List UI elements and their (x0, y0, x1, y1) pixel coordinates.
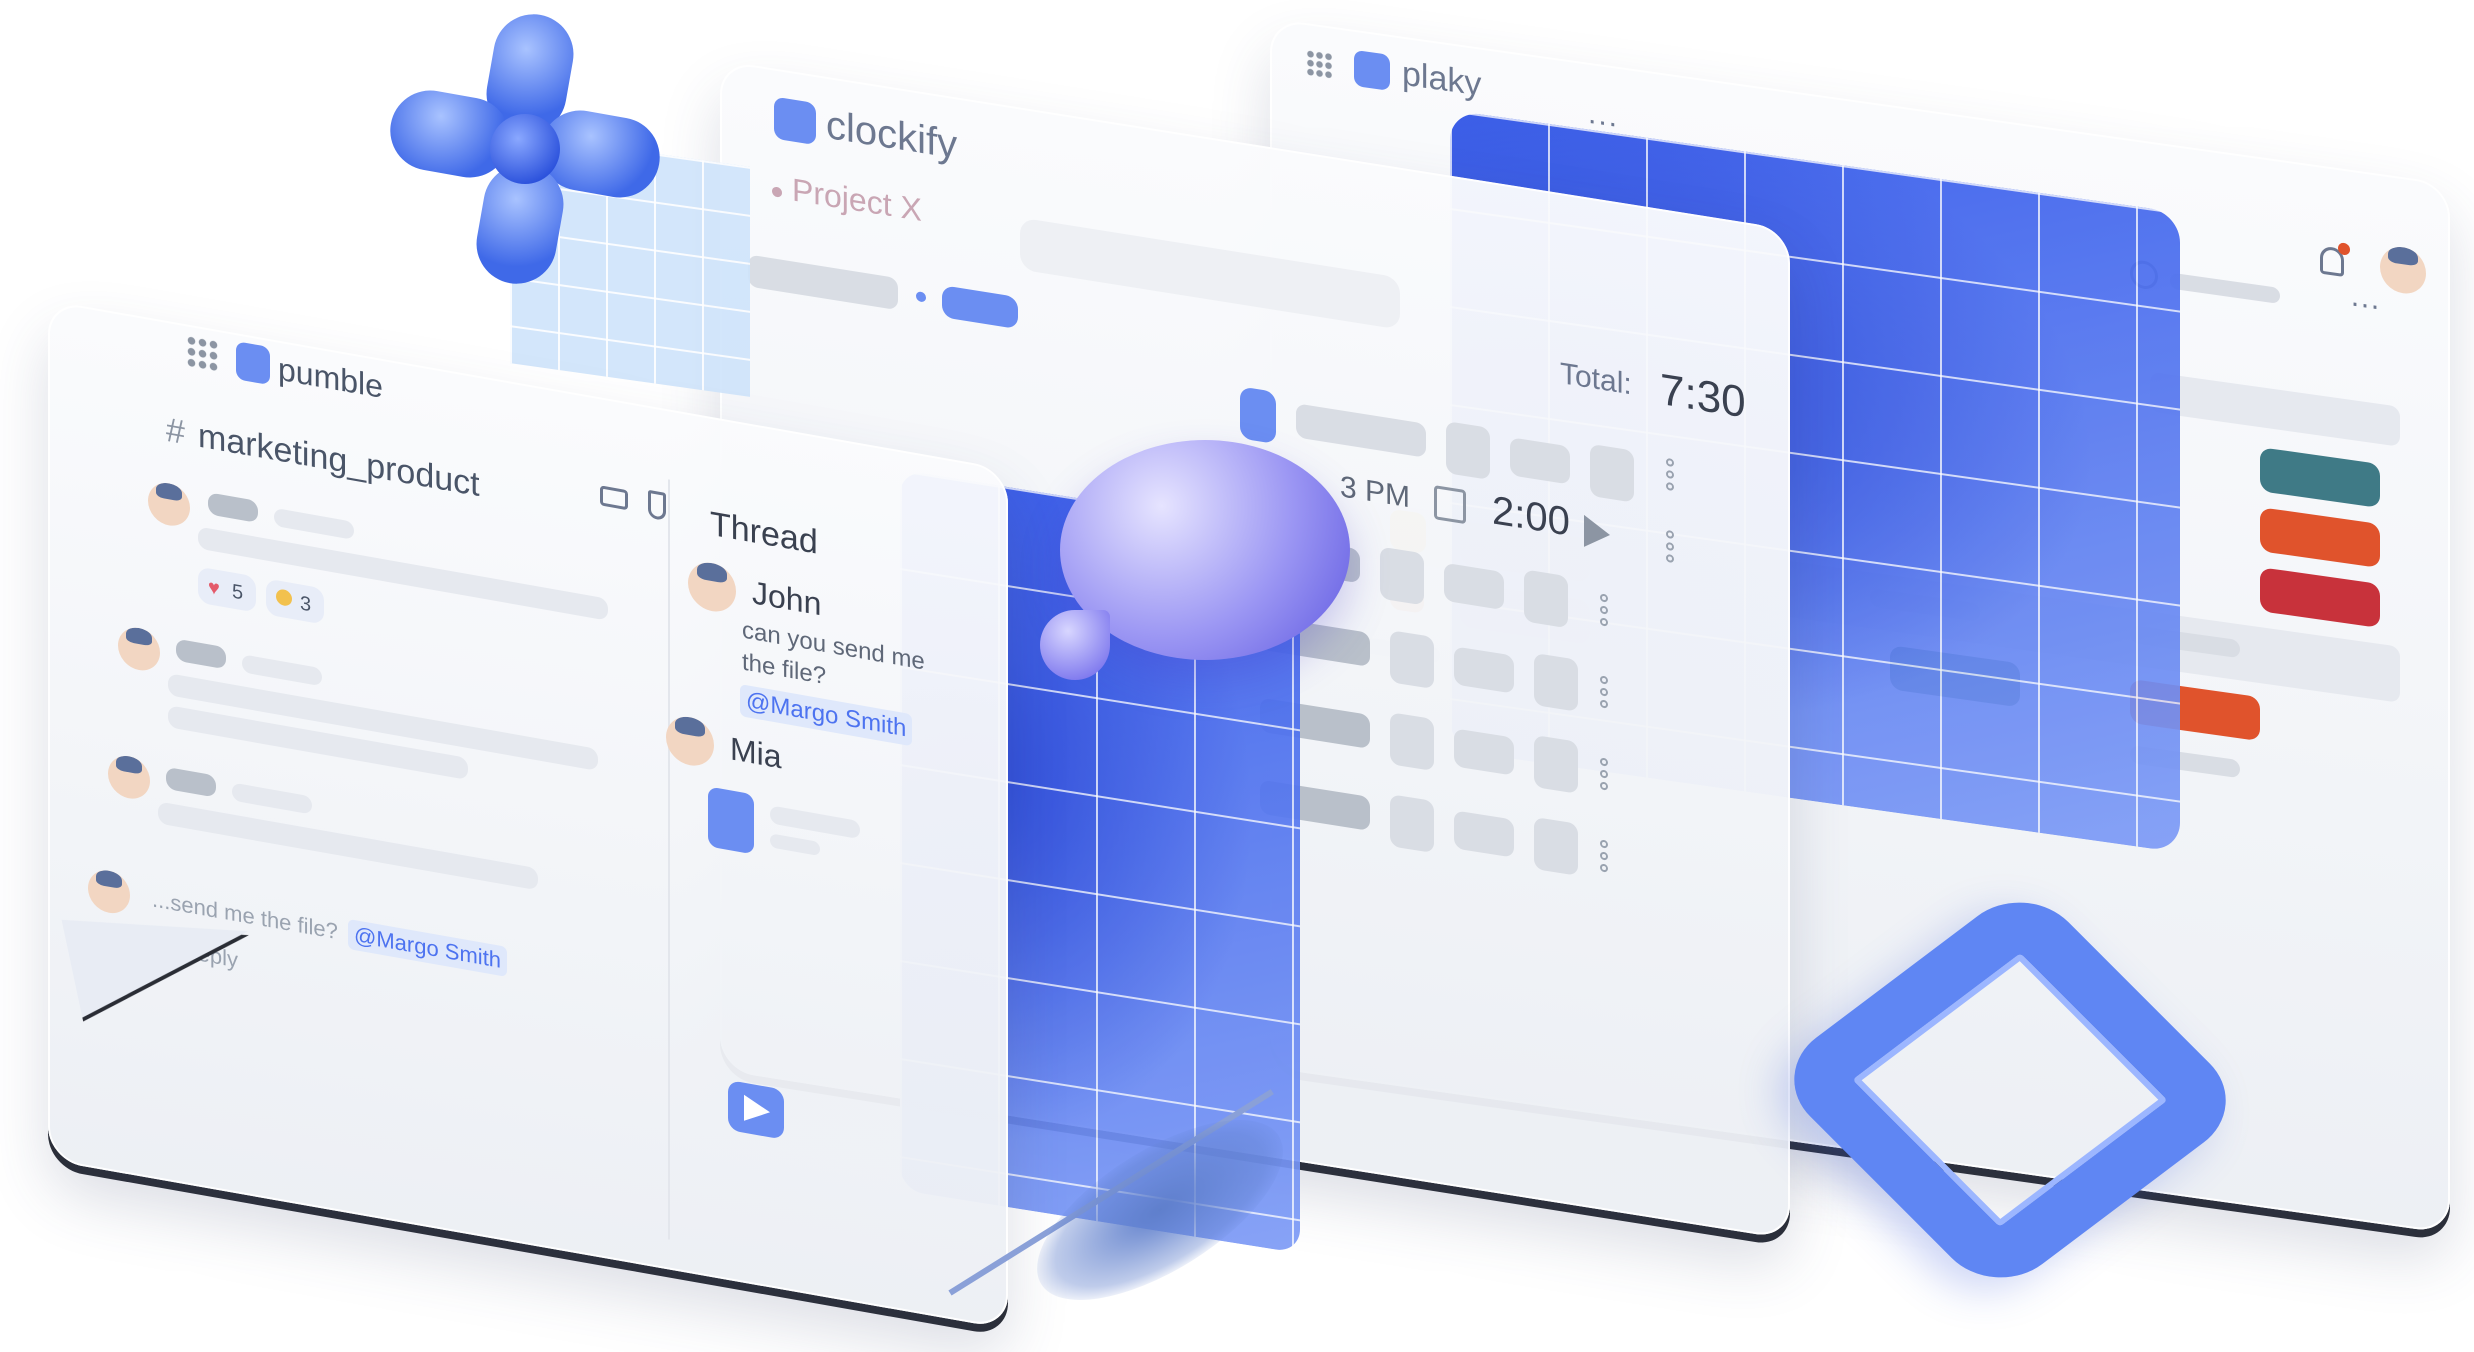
message-author (208, 492, 258, 524)
pumble-logo-icon (236, 341, 270, 386)
decorative-feather (930, 1084, 1311, 1336)
heart-icon: ♥ (208, 576, 220, 601)
user-avatar[interactable] (148, 479, 190, 530)
plaky-logo-icon (1354, 49, 1390, 91)
reaction-heart-count: 5 (232, 580, 244, 605)
channel-hash: # (166, 410, 185, 453)
message-meta (232, 782, 312, 815)
file-icon[interactable] (708, 786, 754, 855)
board-row (2150, 371, 2400, 447)
description-input[interactable] (1020, 217, 1400, 330)
clockify-logo-icon (774, 96, 816, 146)
message-author (166, 766, 216, 798)
entry-duration[interactable]: 2:00 (1492, 488, 1570, 545)
user-avatar[interactable] (108, 752, 150, 802)
send-arrow (744, 1094, 770, 1126)
tag-placeholder (748, 254, 898, 311)
entry-field (1446, 420, 1490, 480)
total-label: Total: (1560, 357, 1632, 402)
status-tag-teal[interactable] (2260, 447, 2380, 509)
grid-menu-icon[interactable] (1306, 49, 1332, 79)
video-icon[interactable] (600, 485, 628, 511)
status-tag-orange[interactable] (2260, 507, 2380, 569)
user-avatar[interactable] (118, 624, 160, 674)
plaky-logo-text: plaky (1402, 54, 1482, 104)
message-text (198, 526, 608, 621)
calendar-icon[interactable] (1434, 485, 1466, 525)
clockify-logo-text: clockify (826, 102, 958, 168)
reaction-heart[interactable] (198, 566, 256, 613)
more-options-icon[interactable] (1600, 835, 1610, 877)
decorative-flower (383, 7, 667, 291)
channel-name[interactable]: marketing_product (198, 416, 480, 505)
message-meta (242, 654, 322, 687)
message-text (158, 801, 538, 891)
message-mention[interactable]: @Margo Smith (348, 918, 508, 977)
cursor-arrow-icon (61, 882, 270, 1020)
decorative-speech-bubble (1040, 440, 1360, 690)
pumble-window: pumble # marketing_product ♥ 5 3 ...send… (48, 300, 1008, 1330)
entry-color-chip[interactable] (1240, 386, 1276, 445)
entry-field (1510, 437, 1570, 485)
grid-menu-icon[interactable] (186, 334, 220, 375)
project-chip[interactable] (942, 285, 1018, 330)
user-avatar[interactable] (2380, 244, 2426, 297)
reaction-clap-count: 3 (300, 592, 312, 617)
more-options-icon[interactable] (1600, 589, 1610, 631)
pumble-logo-text: pumble (278, 350, 383, 406)
project-label[interactable]: Project X (792, 171, 922, 229)
status-tag-red[interactable] (2260, 567, 2380, 629)
project-dot (772, 186, 782, 198)
toolbar-placeholder (2170, 272, 2280, 304)
total-value: 7:30 (1660, 364, 1746, 428)
entry-field (1590, 443, 1634, 503)
play-icon[interactable] (1584, 514, 1610, 551)
more-options-icon[interactable] (1600, 753, 1610, 795)
billable-dot (916, 291, 926, 303)
board-more-button[interactable]: ··· (2350, 286, 2380, 324)
reaction-clap[interactable] (266, 578, 324, 625)
more-options-icon[interactable] (1600, 671, 1610, 713)
message-author (176, 638, 226, 670)
message-meta (274, 507, 354, 540)
phone-icon[interactable] (648, 489, 666, 521)
more-options-icon[interactable] (1666, 454, 1676, 496)
more-options-icon[interactable] (1666, 526, 1676, 568)
